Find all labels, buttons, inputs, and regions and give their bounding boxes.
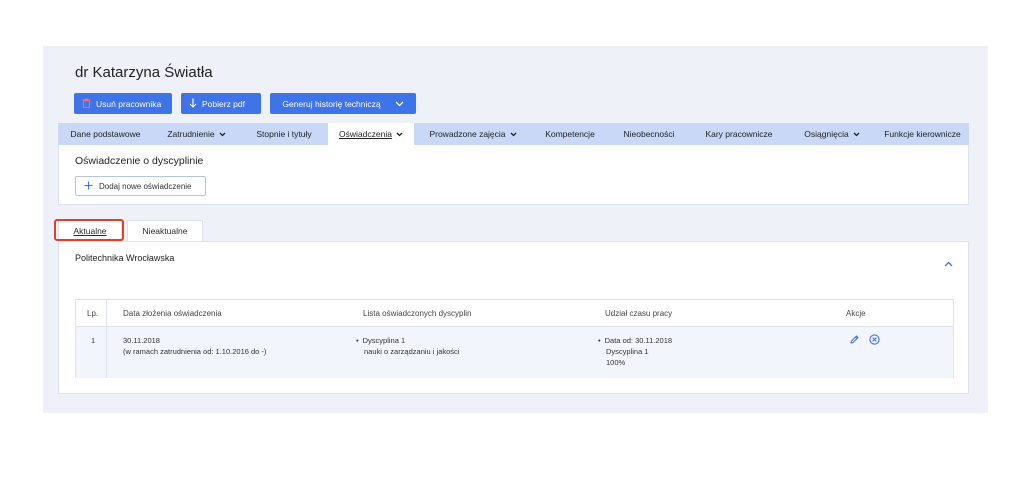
highlight-box [54, 219, 124, 241]
tab-stopnie-i-tytuly[interactable]: Stopnie i tytuły [240, 123, 328, 145]
chevron-up-icon[interactable] [944, 254, 953, 272]
tab-label: Dane podstawowe [70, 129, 141, 139]
row-date-cell: 30.11.2018 (w ramach zatrudnienia od: 1.… [123, 335, 266, 357]
tab-osiagniecia[interactable]: Osiągnięcia [788, 123, 876, 145]
row-date: 30.11.2018 [123, 336, 160, 345]
tab-nieobecnosci[interactable]: Nieobecności [608, 123, 690, 145]
row-share-percent: 100% [606, 358, 626, 367]
tab-label: Zatrudnienie [167, 129, 215, 139]
chevron-down-icon [395, 99, 404, 109]
tab-dane-podstawowe[interactable]: Dane podstawowe [58, 123, 153, 145]
table-header: Lp. Data złożenia oświadczenia Lista ośw… [76, 300, 953, 327]
institution-card: Politechnika Wrocławska Lp. Data złożeni… [58, 241, 969, 394]
download-pdf-label: Pobierz pdf [202, 98, 245, 109]
declarations-table: Lp. Data złożenia oświadczenia Lista ośw… [75, 299, 954, 378]
row-actions [849, 332, 880, 350]
pencil-icon[interactable] [849, 332, 860, 350]
header-actions: Akcje [846, 309, 866, 318]
tab-label: Stopnie i tytuły [256, 129, 312, 139]
tab-label: Nieobecności [623, 129, 675, 139]
generate-history-label: Generuj historię techniczą [282, 98, 381, 109]
tab-kompetencje[interactable]: Kompetencje [532, 123, 608, 145]
section-title: Oświadczenie o dyscyplinie [75, 155, 204, 167]
tab-prowadzone-zajecia[interactable]: Prowadzone zajęcia [414, 123, 532, 145]
header-date: Data złożenia oświadczenia [123, 309, 222, 318]
tab-nieaktualne-label: Nieaktualne [142, 226, 188, 236]
generate-history-button[interactable]: Generuj historię techniczą [270, 93, 416, 114]
main-panel: dr Katarzyna Światła Usuń pracownika Pob… [43, 46, 988, 413]
chevron-down-icon [510, 129, 517, 139]
delete-employee-label: Usuń pracownika [96, 98, 162, 109]
tab-kary-pracownicze[interactable]: Kary pracownicze [690, 123, 788, 145]
tab-label: Osiągnięcia [804, 129, 849, 139]
chevron-down-icon [853, 129, 860, 139]
tab-label: Prowadzone zajęcia [429, 129, 506, 139]
row-share-discipline: Dyscyplina 1 [606, 347, 649, 356]
download-arrow-icon [189, 98, 197, 110]
row-share-cell: Data od: 30.11.2018 Dyscyplina 1 100% [598, 335, 672, 368]
row-share-date: Data od: 30.11.2018 [598, 335, 672, 346]
tab-label: Kompetencje [545, 129, 595, 139]
plus-icon [84, 181, 93, 192]
remove-circle-icon[interactable] [869, 332, 880, 350]
tab-funkcje-kierownicze[interactable]: Funkcje kierownicze [876, 123, 969, 145]
page-title: dr Katarzyna Światła [75, 64, 213, 81]
tab-label: Oświadczenia [339, 129, 392, 139]
row-discipline-cell: Dyscyplina 1 nauki o zarządzaniu i jakoś… [356, 335, 460, 357]
employee-tabs-nav: Dane podstawowe Zatrudnienie Stopnie i t… [58, 123, 969, 145]
row-discipline-name: nauki o zarządzaniu i jakości [364, 347, 460, 356]
institution-name: Politechnika Wrocławska [75, 253, 175, 263]
chevron-down-icon [396, 129, 403, 139]
chevron-down-icon [219, 129, 226, 139]
row-lp: 1 [91, 336, 96, 345]
tab-zatrudnienie[interactable]: Zatrudnienie [153, 123, 240, 145]
download-pdf-button[interactable]: Pobierz pdf [181, 93, 261, 114]
tab-label: Funkcje kierownicze [884, 129, 961, 139]
trash-icon [82, 98, 91, 110]
row-date-note: (w ramach zatrudnienia od: 1.10.2016 do … [123, 347, 267, 356]
delete-employee-button[interactable]: Usuń pracownika [74, 93, 172, 114]
header-list: Lista oświadczonych dyscyplin [363, 309, 472, 318]
add-declaration-label: Dodaj nowe oświadczenie [99, 181, 192, 191]
header-lp: Lp. [87, 309, 99, 318]
tab-label: Kary pracownicze [705, 129, 773, 139]
row-discipline: Dyscyplina 1 [356, 335, 459, 346]
declaration-section: Oświadczenie o dyscyplinie Dodaj nowe oś… [58, 145, 969, 205]
table-row: 1 30.11.2018 (w ramach zatrudnienia od: … [76, 327, 953, 378]
header-share: Udział czasu pracy [605, 309, 673, 318]
tab-nieaktualne[interactable]: Nieaktualne [127, 220, 203, 241]
add-declaration-button[interactable]: Dodaj nowe oświadczenie [75, 176, 206, 196]
tab-oswiadczenia[interactable]: Oświadczenia [328, 123, 414, 145]
